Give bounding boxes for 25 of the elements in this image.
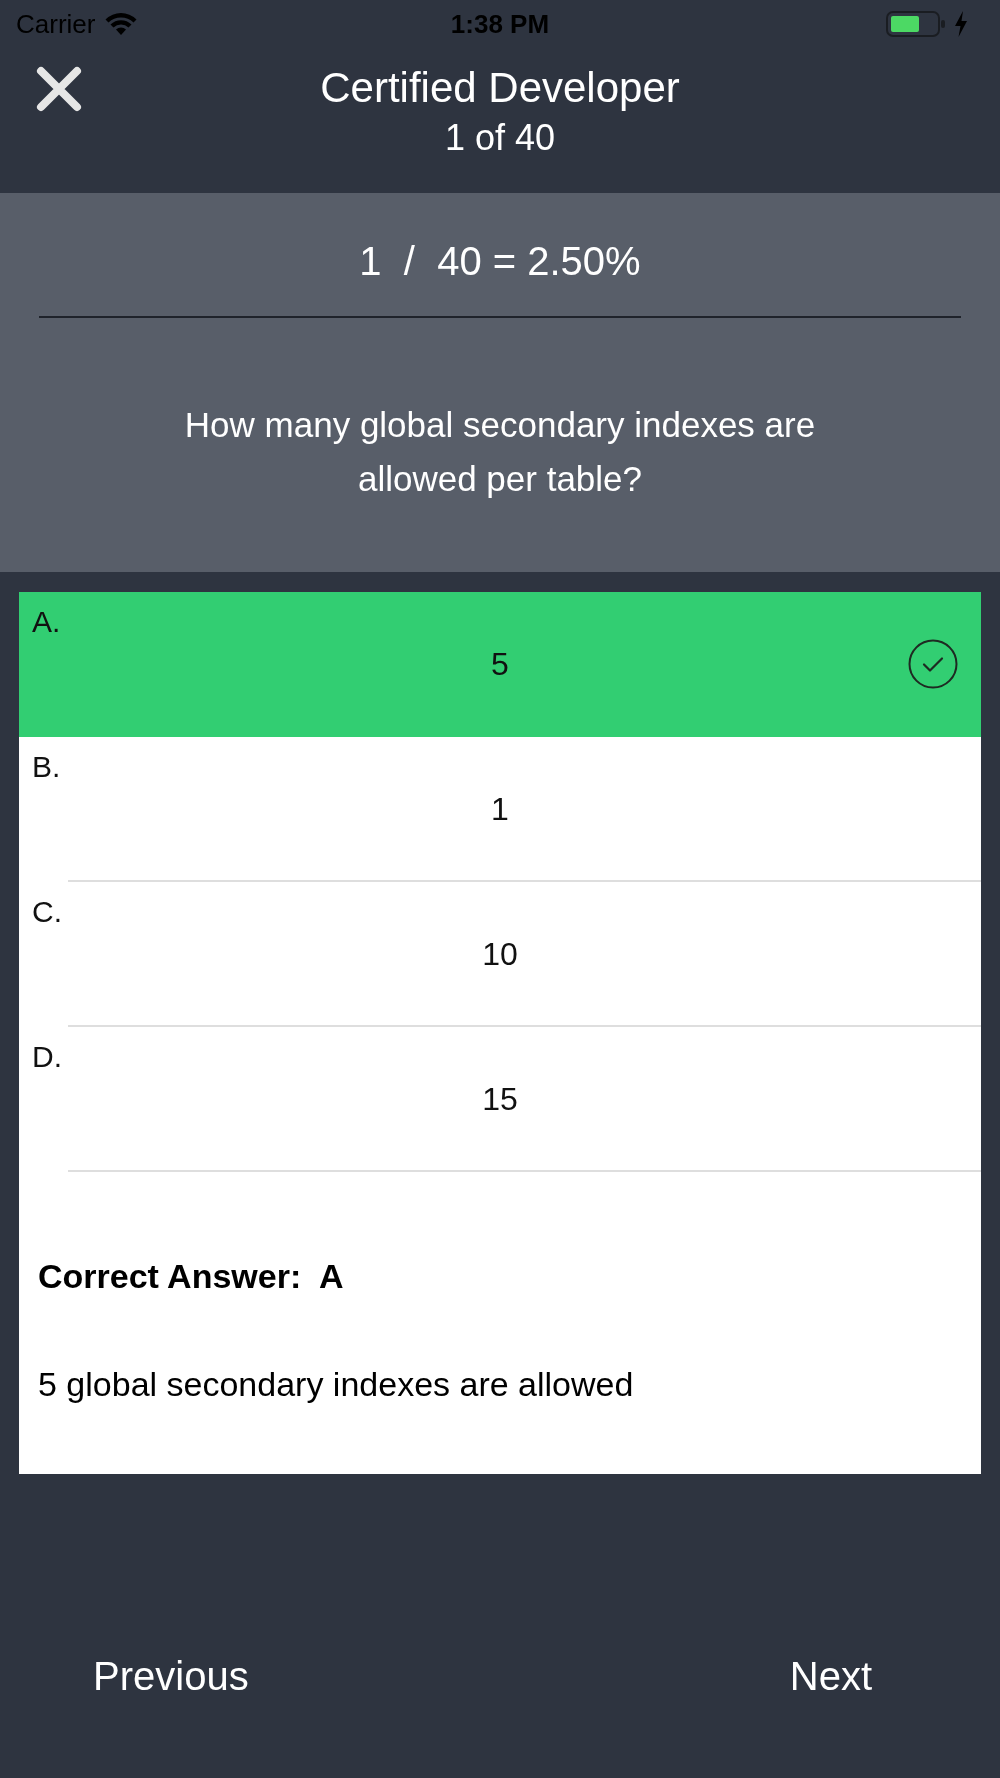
option-text: 5 [491,644,509,684]
option-text: 10 [482,934,518,974]
option-letter: A. [32,605,61,638]
carrier-name: Carrier [16,9,96,39]
wifi-icon [105,12,138,36]
option-letter: D. [32,1040,62,1073]
correct-answer-label: Correct Answer: A [37,1256,345,1297]
close-button[interactable] [34,64,84,114]
option-letter: B. [32,750,61,783]
question-counter: 1 of 40 [444,116,556,160]
option-text: 15 [482,1079,518,1119]
battery-icon [886,11,946,37]
quiz-title: Certified Developer [320,63,680,113]
next-button[interactable]: Next [789,1648,872,1704]
progress-percentage: 1 / 40 = 2.50% [359,238,641,285]
charging-bolt-icon [954,11,968,37]
status-time: 1:38 PM [450,9,550,39]
check-circle-icon [908,638,958,689]
answer-explanation: 5 global secondary indexes are allowed [37,1364,635,1405]
previous-button[interactable]: Previous [93,1648,249,1704]
option-letter: C. [32,895,62,928]
answer-option[interactable]: A. 5 [19,592,981,737]
close-icon [36,66,82,112]
question-text: How many global secondary indexes are allowed per table? [183,404,817,500]
option-text: 1 [491,789,509,829]
